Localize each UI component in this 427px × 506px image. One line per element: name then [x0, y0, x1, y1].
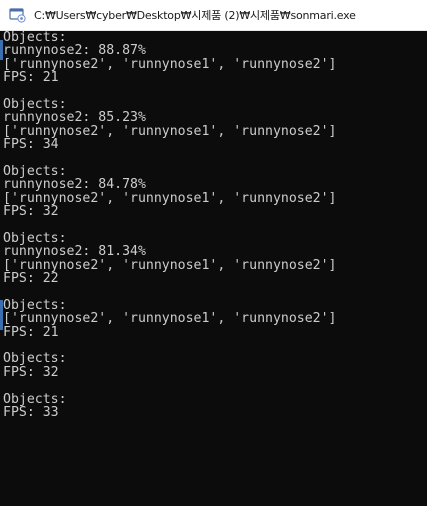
console-line: Objects:: [3, 96, 67, 112]
console-line: FPS: 21: [3, 324, 59, 340]
console-line: runnynose2: 85.23%: [3, 110, 146, 126]
console-line: Objects:: [3, 163, 67, 179]
console-line: FPS: 33: [3, 404, 59, 420]
console-line: FPS: 21: [3, 70, 59, 86]
console-line: Objects:: [3, 351, 67, 367]
console-line: FPS: 32: [3, 364, 59, 380]
console-line: runnynose2: 81.34%: [3, 244, 146, 260]
console-line: ['runnynose2', 'runnynose1', 'runnynose2…: [3, 257, 337, 273]
console-line: ['runnynose2', 'runnynose1', 'runnynose2…: [3, 190, 337, 206]
console-line: runnynose2: 84.78%: [3, 177, 146, 193]
console-line: FPS: 32: [3, 204, 59, 220]
console-line: FPS: 34: [3, 137, 59, 153]
console-line: FPS: 22: [3, 271, 59, 287]
console-line: ['runnynose2', 'runnynose1', 'runnynose2…: [3, 123, 337, 139]
console-line: runnynose2: 88.87%: [3, 43, 146, 59]
console-line: Objects:: [3, 230, 67, 246]
console-line: Objects:: [3, 297, 67, 313]
title-bar[interactable]: C:₩Users₩cyber₩Desktop₩시제품 (2)₩시제품₩sonma…: [0, 0, 427, 31]
console-window: C:₩Users₩cyber₩Desktop₩시제품 (2)₩시제품₩sonma…: [0, 0, 427, 506]
console-output[interactable]: Objects: runnynose2: 88.87% ['runnynose2',…: [3, 31, 427, 506]
console-app-icon: [9, 6, 27, 24]
console-line: Objects:: [3, 391, 67, 407]
console-line: Objects:: [3, 31, 67, 45]
window-title: C:₩Users₩cyber₩Desktop₩시제품 (2)₩시제품₩sonma…: [34, 9, 356, 22]
console-line: ['runnynose2', 'runnynose1', 'runnynose2…: [3, 56, 337, 72]
console-line: ['runnynose2', 'runnynose1', 'runnynose2…: [3, 311, 337, 327]
